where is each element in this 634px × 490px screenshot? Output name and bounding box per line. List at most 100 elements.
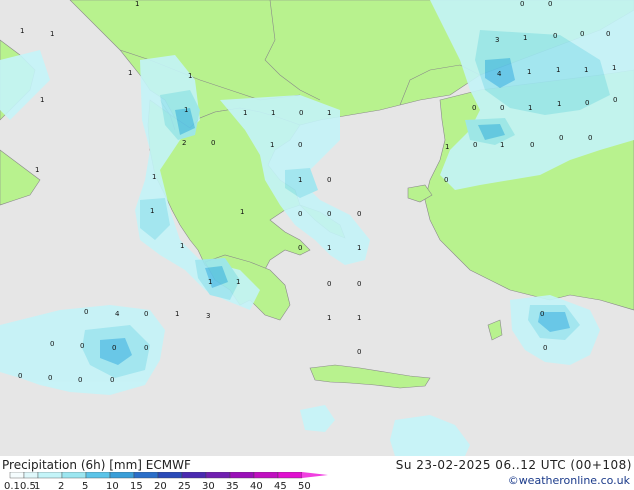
forecast-timestamp: Su 23-02-2025 06..12 UTC (00+108) xyxy=(395,458,632,472)
precip-value-label: 1 xyxy=(236,278,240,286)
legend-tick-label: 1 xyxy=(34,481,40,490)
precip-value-label: 1 xyxy=(298,176,302,184)
legend-swatch xyxy=(61,472,87,479)
precip-value-label: 4 xyxy=(115,310,120,318)
precip-value-label: 0 xyxy=(298,210,302,218)
precip-value-label: 0 xyxy=(50,340,54,348)
legend-swatch xyxy=(133,472,159,479)
legend-arrow xyxy=(302,472,328,478)
precip-value-label: 1 xyxy=(20,27,24,35)
footer-bar: Precipitation (6h) [mm] ECMWF Su 23-02-2… xyxy=(0,456,634,490)
precip-value-label: 0 xyxy=(530,141,534,149)
precip-value-label: 1 xyxy=(180,242,184,250)
precip-value-label: 0 xyxy=(548,0,552,8)
legend-tick-label: 0.1 xyxy=(4,481,20,490)
precip-value-label: 0 xyxy=(473,141,477,149)
precip-value-label: 1 xyxy=(584,66,588,74)
legend-tick-label: 15 xyxy=(130,481,143,490)
precip-value-label: 0 xyxy=(357,210,361,218)
precip-value-label: 1 xyxy=(527,68,531,76)
credit-link[interactable]: ©weatheronline.co.uk xyxy=(508,474,630,487)
legend-swatch xyxy=(37,472,63,479)
legend-swatch xyxy=(205,472,231,479)
precip-value-label: 1 xyxy=(271,109,275,117)
precip-value-label: 0 xyxy=(357,280,361,288)
precip-value-label: 0 xyxy=(540,310,544,318)
precip-value-label: 1 xyxy=(528,104,532,112)
precip-value-label: 0 xyxy=(580,30,584,38)
precip-value-label: 0 xyxy=(500,104,504,112)
precip-value-label: 1 xyxy=(327,314,331,322)
legend-tick-label: 40 xyxy=(250,481,263,490)
precip-value-label: 0 xyxy=(357,348,361,356)
legend-tick-label: 2 xyxy=(58,481,64,490)
precip-value-label: 0 xyxy=(144,344,148,352)
legend-tick-label: 45 xyxy=(274,481,287,490)
legend-tick-label: 10 xyxy=(106,481,119,490)
legend-swatch xyxy=(229,472,255,479)
precip-value-label: 1 xyxy=(184,106,188,114)
precip-value-label: 1 xyxy=(240,208,244,216)
precip-value-label: 0 xyxy=(327,210,331,218)
precip-value-label: 3 xyxy=(206,312,210,320)
precip-value-label: 0 xyxy=(444,176,448,184)
precip-value-label: 1 xyxy=(556,66,560,74)
precip-value-label: 1 xyxy=(327,244,331,252)
precip-value-label: 1 xyxy=(523,34,527,42)
precip-value-label: 0 xyxy=(553,32,557,40)
precip-value-label: 0 xyxy=(110,376,114,384)
precip-value-label: 1 xyxy=(50,30,54,38)
precip-value-label: 0 xyxy=(80,342,84,350)
legend-swatch xyxy=(109,472,135,479)
legend-swatch xyxy=(85,472,111,479)
precip-value-label: 0 xyxy=(84,308,88,316)
precip-value-label: 0 xyxy=(327,280,331,288)
precip-value-label: 1 xyxy=(175,310,179,318)
precip-value-label: 1 xyxy=(135,0,139,8)
precip-value-label: 0 xyxy=(299,109,303,117)
legend-tick-label: 30 xyxy=(202,481,215,490)
legend-swatch xyxy=(181,472,207,479)
precip-value-label: 1 xyxy=(128,69,132,77)
legend-tick-label: 50 xyxy=(298,481,311,490)
precip-value-label: 0 xyxy=(298,141,302,149)
precip-value-label: 1 xyxy=(445,143,449,151)
precip-value-label: 1 xyxy=(612,64,616,72)
legend-swatch xyxy=(157,472,183,479)
legend-swatch xyxy=(23,472,39,479)
precip-value-label: 1 xyxy=(327,109,331,117)
precip-value-label: 0 xyxy=(327,176,331,184)
precip-value-label: 1 xyxy=(243,109,247,117)
precip-value-label: 1 xyxy=(270,141,274,149)
precip-value-label: 0 xyxy=(559,134,563,142)
precip-legend: 0.1 0.51 2 5 10 15 20 25 30 35 40 45 50 xyxy=(4,472,328,490)
precip-value-label: 1 xyxy=(500,141,504,149)
precip-value-label: 1 xyxy=(35,166,39,174)
precip-value-label: 0 xyxy=(543,344,547,352)
precip-value-label: 0 xyxy=(606,30,610,38)
precip-value-label: 1 xyxy=(150,207,154,215)
precip-value-label: 0 xyxy=(18,372,22,380)
precip-value-label: 0 xyxy=(48,374,52,382)
precip-value-label: 0 xyxy=(112,344,116,352)
legend-tick-label: 20 xyxy=(154,481,167,490)
precip-value-label: 2 xyxy=(182,139,186,147)
precip-value-label: 1 xyxy=(188,72,192,80)
precipitation-map: 1 1 0 0 1 1 3 1 0 0 0 1 1 4 1 1 1 1 1 1 1 0 1 0 0 1 1 0 0 2 0 1 0 0 1 0 0 0 1 1… xyxy=(0,0,634,456)
precip-value-label: 0 xyxy=(613,96,617,104)
map-title: Precipitation (6h) [mm] ECMWF xyxy=(2,458,191,472)
legend-swatch xyxy=(253,472,279,479)
legend-tick-label: 35 xyxy=(226,481,239,490)
legend-tick-label: 25 xyxy=(178,481,191,490)
precip-value-label: 1 xyxy=(557,100,561,108)
precip-value-label: 1 xyxy=(357,314,361,322)
precip-value-label: 0 xyxy=(472,104,476,112)
precip-value-label: 1 xyxy=(152,173,156,181)
precip-value-label: 4 xyxy=(497,70,502,78)
precip-value-label: 1 xyxy=(208,278,212,286)
legend-swatch xyxy=(277,472,303,479)
legend-tick-label: 5 xyxy=(82,481,88,490)
precip-value-label: 1 xyxy=(40,96,44,104)
precip-value-label: 0 xyxy=(520,0,524,8)
precip-value-label: 0 xyxy=(298,244,302,252)
